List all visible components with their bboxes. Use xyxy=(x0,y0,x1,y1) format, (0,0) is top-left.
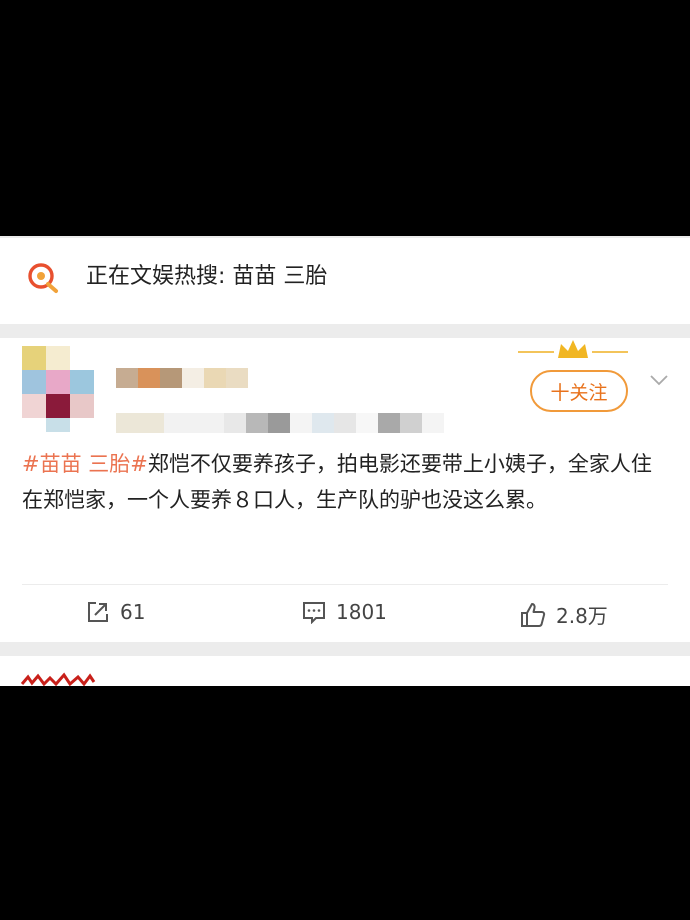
divider xyxy=(22,584,668,585)
cropped-red-text xyxy=(20,672,96,686)
comment-icon xyxy=(303,602,325,624)
like-button[interactable]: 2.8万 xyxy=(520,600,608,629)
like-count: 2.8万 xyxy=(556,604,608,628)
weibo-post: 十关注 #苗苗 三胎#郑恺不仅要养孩子，拍电影还要带上小姨子，全家人住在郑恺家，… xyxy=(0,338,690,642)
comment-button[interactable]: 1801 xyxy=(302,600,387,624)
post-meta-blurred xyxy=(116,412,444,434)
post-actions: 61 1801 2.8万 xyxy=(0,592,690,636)
username-blurred[interactable] xyxy=(116,368,248,388)
hot-search-bar[interactable]: 正在文娱热搜: 苗苗 三胎 xyxy=(0,238,690,324)
follow-label: 十关注 xyxy=(550,381,608,404)
chevron-down-icon[interactable] xyxy=(650,374,668,386)
search-hot-icon xyxy=(28,263,58,293)
hot-search-label: 正在文娱热搜: 苗苗 三胎 xyxy=(86,264,328,289)
next-card-partial xyxy=(0,656,690,686)
comment-count: 1801 xyxy=(336,600,387,624)
follow-button[interactable]: 十关注 xyxy=(530,370,628,412)
crown-icon xyxy=(518,340,628,358)
repost-count: 61 xyxy=(120,600,146,624)
avatar[interactable] xyxy=(22,346,94,432)
post-content: #苗苗 三胎#郑恺不仅要养孩子，拍电影还要带上小姨子，全家人住在郑恺家，一个人要… xyxy=(22,446,662,518)
hashtag-link[interactable]: #苗苗 三胎# xyxy=(22,452,148,476)
thumbs-up-icon xyxy=(521,602,546,627)
repost-icon xyxy=(88,602,108,622)
repost-button[interactable]: 61 xyxy=(86,600,145,624)
